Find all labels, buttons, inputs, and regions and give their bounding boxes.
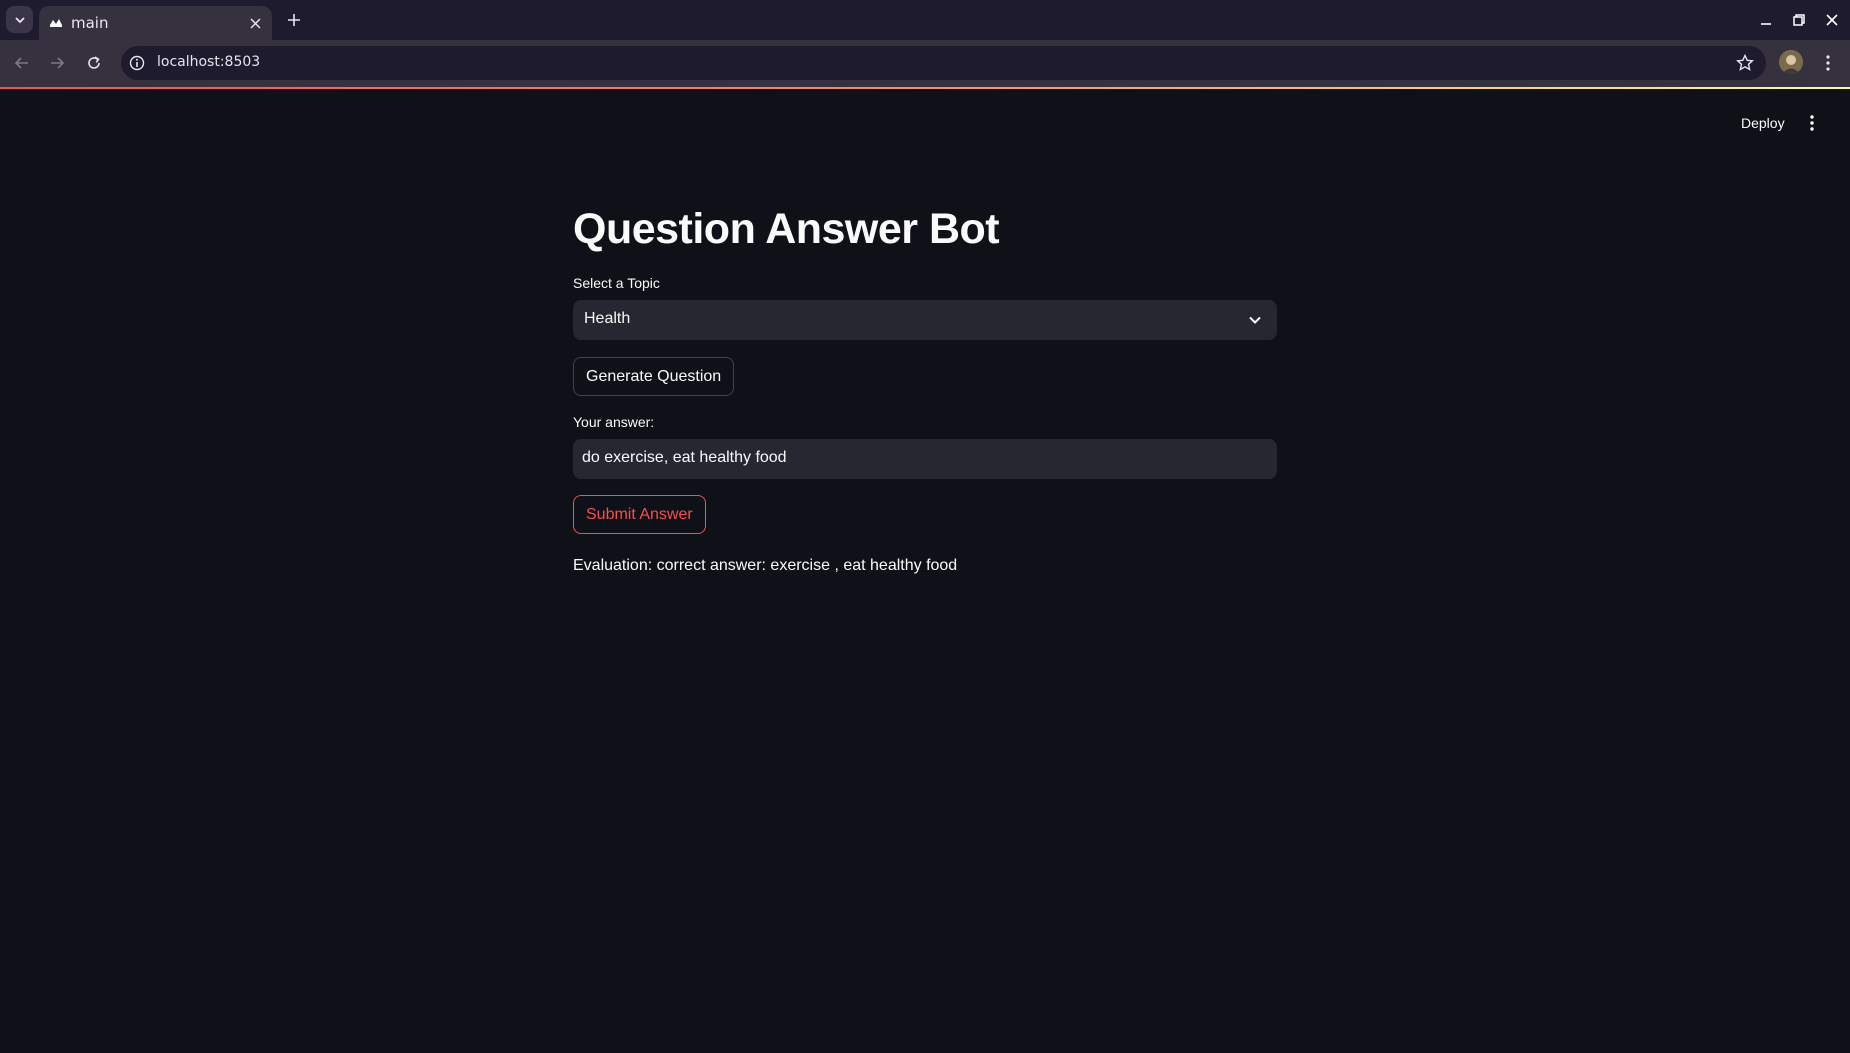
close-icon	[249, 17, 261, 29]
reload-icon	[88, 56, 100, 69]
evaluation-text: Evaluation: correct answer: exercise , e…	[573, 557, 958, 574]
new-tab-button[interactable]	[283, 9, 305, 31]
topic-select[interactable]: Health	[573, 300, 1277, 340]
submit-answer-button[interactable]: Submit Answer	[573, 495, 706, 534]
browser-tab-strip: main	[0, 0, 1850, 40]
app-menu-button[interactable]	[1800, 112, 1824, 134]
deploy-button[interactable]: Deploy	[1733, 110, 1793, 136]
star-icon[interactable]	[1736, 54, 1754, 72]
generate-question-button[interactable]: Generate Question	[573, 357, 735, 396]
chevron-down-icon	[14, 16, 25, 23]
kebab-menu-icon	[1810, 115, 1814, 131]
tab-list-button[interactable]	[6, 6, 33, 33]
answer-input[interactable]: do exercise, eat healthy food	[573, 439, 1277, 479]
restore-button[interactable]	[1789, 10, 1809, 30]
back-button[interactable]	[11, 52, 33, 74]
avatar[interactable]	[1779, 50, 1803, 74]
url-text[interactable]: localhost:8503	[157, 54, 260, 70]
page-title: Question Answer Bot	[573, 205, 1000, 253]
forward-button[interactable]	[46, 52, 68, 74]
reload-button[interactable]	[83, 52, 105, 74]
restore-icon	[1793, 14, 1805, 26]
minimize-button[interactable]	[1756, 10, 1776, 30]
main-content: Question Answer Bot Select a Topic Healt…	[573, 196, 1277, 577]
chevron-down-icon	[1249, 316, 1261, 324]
avatar-image	[1779, 50, 1803, 74]
streamlit-favicon	[50, 19, 62, 27]
tab-close-button[interactable]	[246, 14, 264, 32]
tab-title: main	[71, 14, 109, 32]
browser-tab[interactable]: main	[39, 6, 272, 40]
back-icon	[14, 57, 28, 69]
header-decoration-bar	[0, 87, 1850, 89]
answer-label: Your answer:	[573, 414, 655, 430]
topic-label: Select a Topic	[573, 275, 660, 291]
browser-menu-button[interactable]	[1818, 52, 1838, 74]
answer-input-value[interactable]: do exercise, eat healthy food	[582, 449, 787, 467]
minimize-icon	[1761, 23, 1771, 25]
window-close-icon	[1826, 14, 1838, 26]
window-close-button[interactable]	[1822, 10, 1842, 30]
plus-icon	[288, 14, 300, 26]
forward-icon	[51, 57, 65, 69]
site-info-icon[interactable]	[129, 55, 145, 71]
topic-select-value: Health	[584, 310, 631, 327]
browser-toolbar: localhost:8503	[0, 40, 1850, 87]
address-bar[interactable]: localhost:8503	[121, 46, 1766, 80]
kebab-menu-icon	[1826, 55, 1830, 71]
